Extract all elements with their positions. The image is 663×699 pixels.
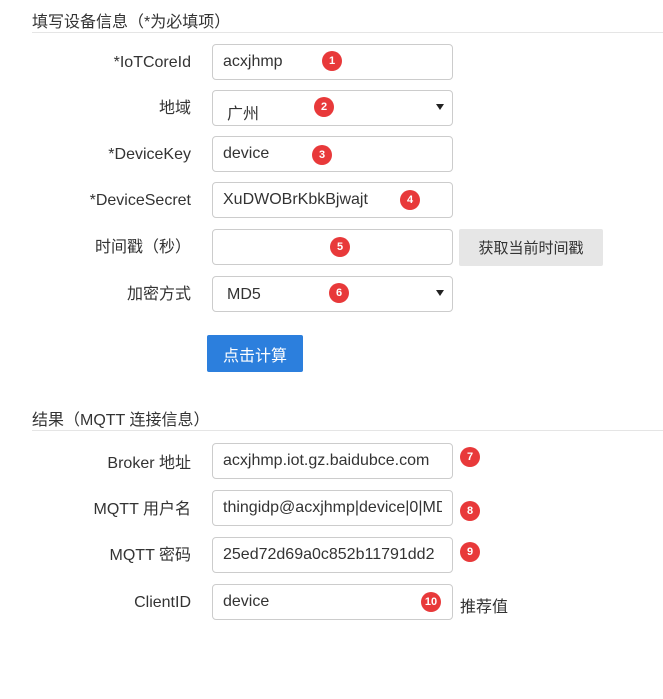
annotation-badge-7: 7: [460, 447, 480, 467]
annotation-badge-5: 5: [330, 237, 350, 257]
mqtt-username-field: [212, 490, 453, 526]
annotation-badge-4: 4: [400, 190, 420, 210]
annotation-badge-6: 6: [329, 283, 349, 303]
clientid-field: [212, 584, 453, 620]
broker-input[interactable]: [213, 444, 452, 478]
calculate-button[interactable]: 点击计算: [207, 335, 303, 372]
region-selected-value: 广州: [227, 106, 260, 123]
annotation-badge-1: 1: [322, 51, 342, 71]
chevron-down-icon: [436, 104, 444, 110]
result-section-title: 结果（MQTT 连接信息）: [32, 412, 210, 429]
annotation-badge-8: 8: [460, 501, 480, 521]
chevron-down-icon: [436, 290, 444, 296]
clientid-label: ClientID: [134, 594, 191, 611]
mqtt-password-label: MQTT 密码: [109, 547, 191, 564]
devicekey-label: *DeviceKey: [108, 146, 191, 163]
mqtt-username-input[interactable]: [213, 491, 452, 525]
region-label: 地域: [158, 100, 191, 117]
section-divider: [32, 32, 663, 33]
timestamp-label: 时间戳（秒）: [94, 239, 191, 256]
clientid-input[interactable]: [213, 585, 452, 619]
device-section-title: 填写设备信息（*为必填项）: [32, 14, 231, 31]
devicekey-input[interactable]: [213, 137, 452, 171]
annotation-badge-2: 2: [314, 97, 334, 117]
get-current-timestamp-button[interactable]: 获取当前时间戳: [459, 229, 603, 266]
mqtt-password-input[interactable]: [213, 538, 452, 572]
mqtt-username-label: MQTT 用户名: [93, 501, 191, 518]
devicesecret-label: *DeviceSecret: [89, 192, 191, 209]
encryption-selected-value: MD5: [227, 286, 261, 303]
clientid-recommended-hint: 推荐值: [460, 599, 509, 616]
devicekey-field: [212, 136, 453, 172]
section-divider: [32, 430, 663, 431]
annotation-badge-10: 10: [421, 592, 441, 612]
encryption-label: 加密方式: [126, 286, 191, 303]
annotation-badge-3: 3: [312, 145, 332, 165]
broker-label: Broker 地址: [107, 455, 191, 472]
mqtt-password-field: [212, 537, 453, 573]
broker-field: [212, 443, 453, 479]
annotation-badge-9: 9: [460, 542, 480, 562]
iotcoreid-label: *IoTCoreId: [113, 54, 191, 71]
